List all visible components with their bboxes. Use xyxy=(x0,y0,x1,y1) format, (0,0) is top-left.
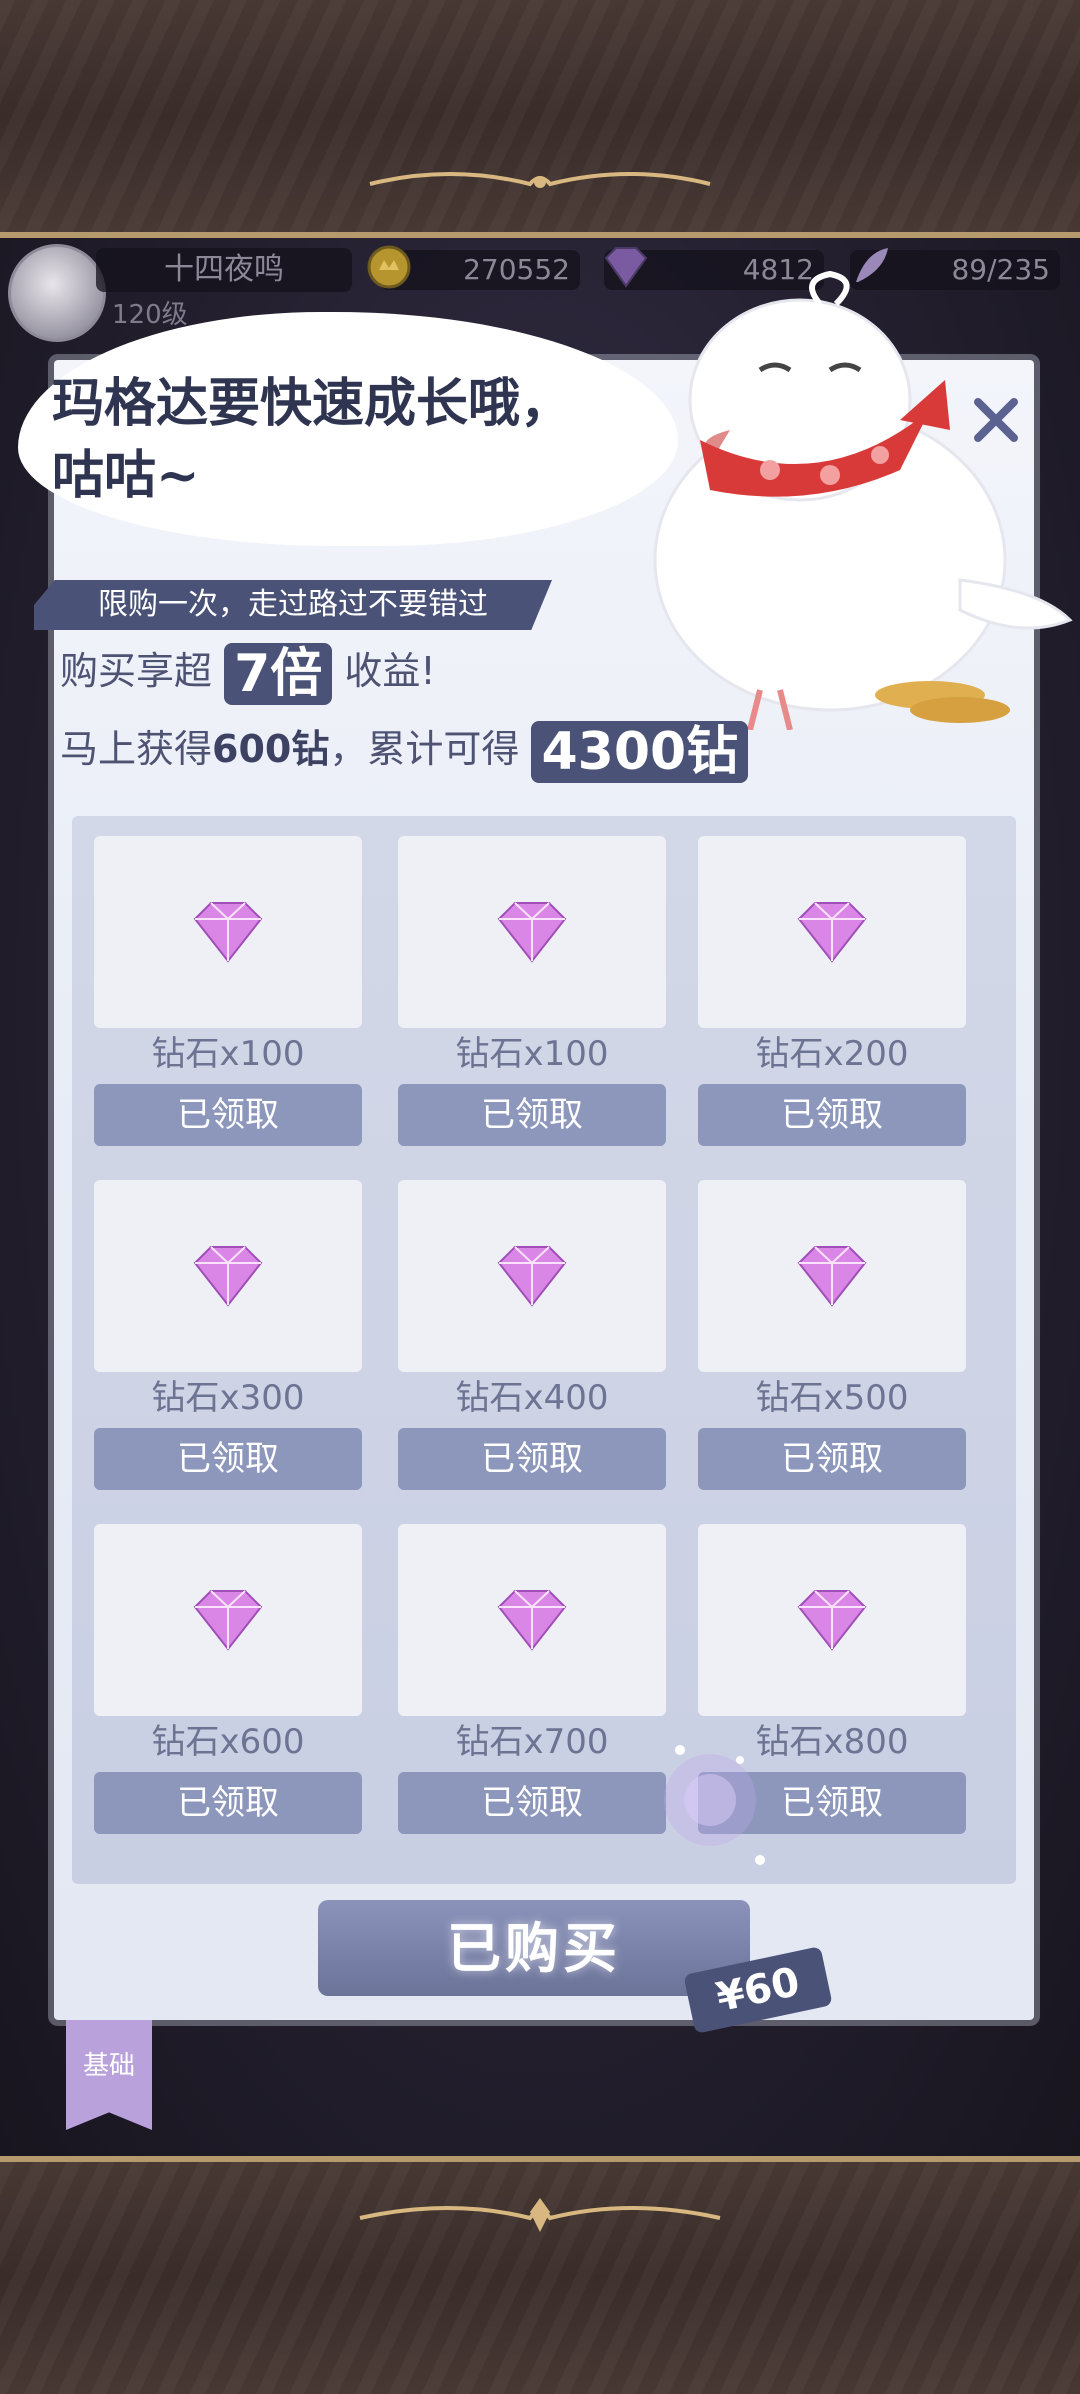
reward-tile xyxy=(398,836,666,1028)
promo-line-1: 购买享超 7倍 收益! xyxy=(60,640,436,705)
speech-line-1: 玛格达要快速成长哦， xyxy=(52,373,573,434)
reward-tile xyxy=(698,1180,966,1372)
player-name: 十四夜鸣 xyxy=(96,248,352,292)
reward-cell: 钻石x100 已领取 xyxy=(94,836,362,1146)
reward-cell: 钻石x200 已领取 xyxy=(698,836,966,1146)
diamond-icon xyxy=(497,1590,567,1651)
reward-tile xyxy=(398,1524,666,1716)
reward-cell: 钻石x300 已领取 xyxy=(94,1180,362,1490)
diamond-icon xyxy=(193,902,263,963)
player-level: 120级 xyxy=(112,300,188,330)
reward-tile xyxy=(398,1180,666,1372)
reward-cell: 钻石x600 已领取 xyxy=(94,1524,362,1834)
reward-grid: 钻石x100 已领取 钻石x100 已领取 钻石x200 已领取 钻石x300 … xyxy=(72,816,1016,1884)
ornament-icon xyxy=(359,2198,721,2232)
reward-label: 钻石x300 xyxy=(151,1378,305,1418)
immediate-diamonds: 600钻 xyxy=(212,727,330,771)
claimed-button[interactable]: 已领取 xyxy=(94,1428,362,1490)
multiplier-badge: 7倍 xyxy=(224,642,333,705)
rose-sparkle-icon xyxy=(664,1745,765,1865)
reward-cell: 钻石x500 已领取 xyxy=(698,1180,966,1490)
reward-tile xyxy=(698,836,966,1028)
promo-line-2-prefix: 马上获得 xyxy=(60,727,213,771)
claimed-button[interactable]: 已领取 xyxy=(698,1084,966,1146)
reward-label: 钻石x500 xyxy=(755,1378,909,1418)
reward-label: 钻石x200 xyxy=(755,1034,909,1074)
reward-tile xyxy=(94,1524,362,1716)
reward-label: 钻石x400 xyxy=(455,1378,609,1418)
pigeon-mascot-icon xyxy=(653,270,1073,730)
claimed-button[interactable]: 已领取 xyxy=(698,1428,966,1490)
claimed-button[interactable]: 已领取 xyxy=(398,1772,666,1834)
reward-label: 钻石x600 xyxy=(151,1722,305,1762)
reward-tile xyxy=(94,836,362,1028)
diamond-icon xyxy=(797,1590,867,1651)
diamond-icon xyxy=(797,1246,867,1307)
promo-line-1-prefix: 购买享超 xyxy=(60,649,213,693)
coin-icon xyxy=(367,245,411,289)
diamond-icon xyxy=(797,902,867,963)
diamond-icon xyxy=(497,1246,567,1307)
reward-label: 钻石x100 xyxy=(455,1034,609,1074)
claimed-button[interactable]: 已领取 xyxy=(94,1772,362,1834)
reward-tile xyxy=(698,1524,966,1716)
claimed-button[interactable]: 已领取 xyxy=(398,1428,666,1490)
reward-label: 钻石x700 xyxy=(455,1722,609,1762)
reward-cell: 钻石x700 已领取 xyxy=(398,1524,666,1834)
diamond-icon xyxy=(193,1590,263,1651)
avatar[interactable] xyxy=(8,244,106,342)
total-diamonds-badge: 4300钻 xyxy=(531,720,749,783)
diamond-icon xyxy=(497,902,567,963)
promo-line-2: 马上获得600钻，累计可得 4300钻 xyxy=(60,718,749,783)
coins-value: 270552 xyxy=(463,253,570,286)
promo-line-2-mid: ，累计可得 xyxy=(329,727,520,771)
claimed-button[interactable]: 已领取 xyxy=(94,1084,362,1146)
reward-cell: 钻石x100 已领取 xyxy=(398,836,666,1146)
bottom-frame xyxy=(0,2156,1080,2394)
ornament-icon xyxy=(369,172,711,188)
claimed-button[interactable]: 已领取 xyxy=(398,1084,666,1146)
speech-text: 玛格达要快速成长哦， 咕咕~ xyxy=(52,368,652,512)
diamond-icon xyxy=(193,1246,263,1307)
reward-cell: 钻石x400 已领取 xyxy=(398,1180,666,1490)
reward-tile xyxy=(94,1180,362,1372)
speech-line-2: 咕咕~ xyxy=(52,445,200,506)
top-frame xyxy=(0,0,1080,238)
reward-label: 钻石x100 xyxy=(151,1034,305,1074)
limit-ribbon: 限购一次，走过路过不要错过 xyxy=(34,580,552,630)
promo-line-1-suffix: 收益! xyxy=(344,649,436,693)
